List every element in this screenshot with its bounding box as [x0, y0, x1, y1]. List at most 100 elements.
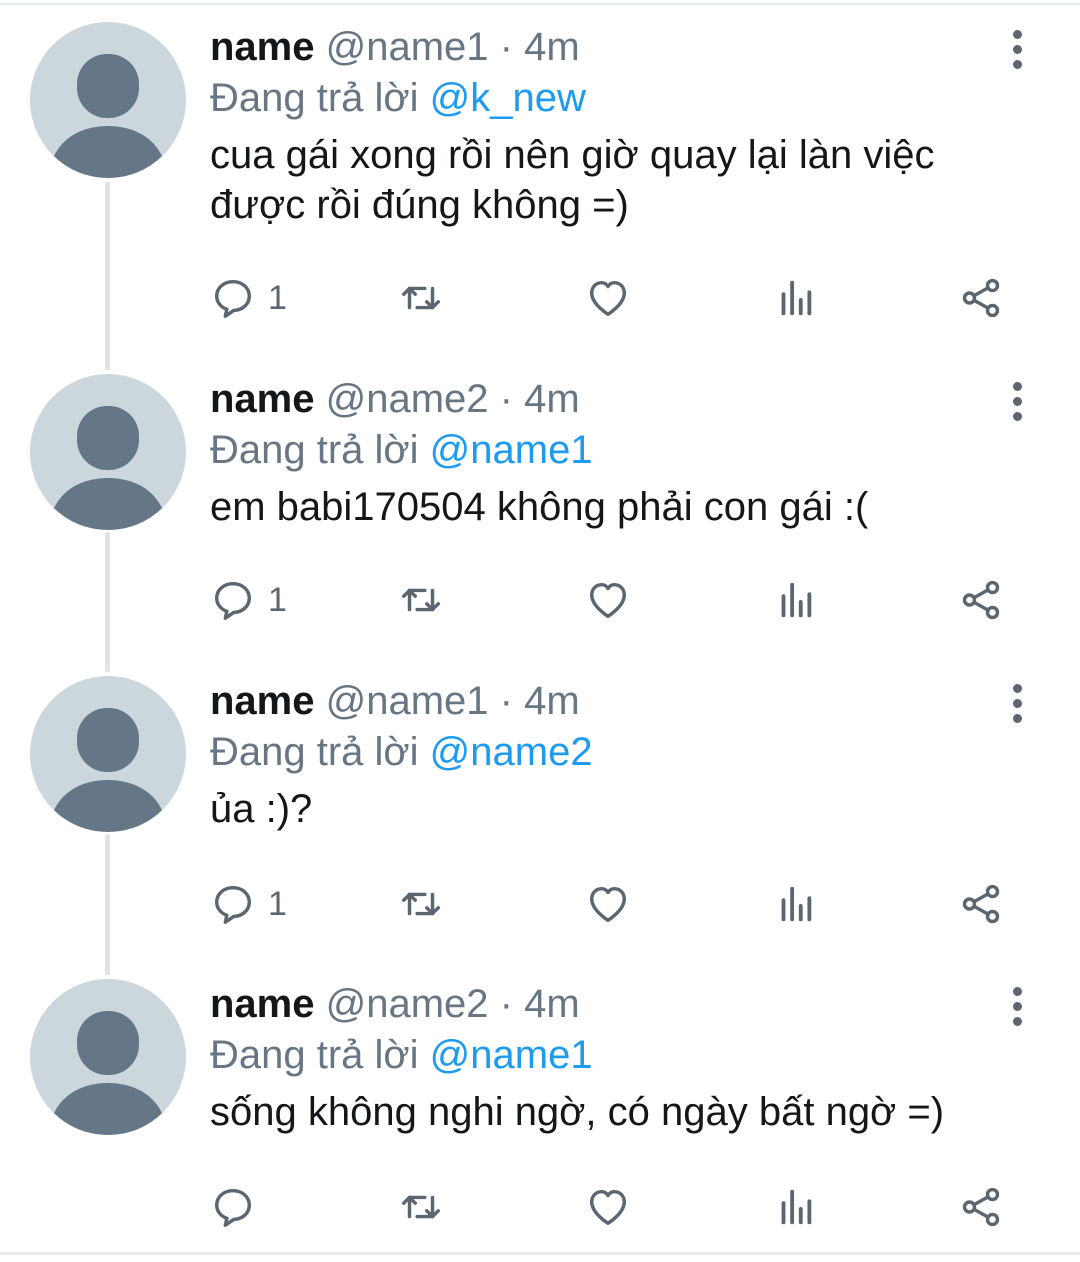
tweet-text: sống không nghi ngờ, có ngày bất ngờ =): [210, 1087, 1020, 1137]
retweet-icon: [402, 1195, 440, 1219]
tweet-content: name @name1 · 4m Đang trả lời @k_new cua…: [210, 22, 1020, 230]
like-button[interactable]: [585, 874, 631, 934]
more-vertical-icon[interactable]: [1002, 981, 1032, 1031]
avatar[interactable]: [30, 676, 186, 832]
views-button[interactable]: [772, 570, 818, 630]
tweet-text-line: sống không nghi ngờ, có ngày bất ngờ =): [210, 1090, 945, 1134]
replying-to: Đang trả lời @name1: [210, 1029, 1020, 1081]
more-vertical-icon[interactable]: [1002, 376, 1032, 426]
default-avatar-icon: [48, 708, 168, 832]
tweet-header: name @name1 · 4m: [210, 676, 1020, 726]
share-icon: [962, 278, 1000, 318]
display-name[interactable]: name: [210, 982, 315, 1026]
tweet-header: name @name2 · 4m: [210, 979, 1020, 1029]
retweet-icon: [402, 286, 440, 310]
replying-to-label: Đang trả lời: [210, 730, 419, 774]
tweet-actions: 1: [210, 268, 1030, 328]
reply-count: 1: [268, 884, 287, 923]
default-avatar-icon: [48, 406, 168, 530]
mention-link[interactable]: @name1: [430, 1033, 593, 1077]
tweet-text-line: được rồi đúng không =): [210, 183, 629, 227]
tweet-text: ủa :)?: [210, 784, 1020, 834]
tweet-text: em babi170504 không phải con gái :(: [210, 482, 1020, 532]
share-button[interactable]: [958, 570, 1004, 630]
tweet-content: name @name2 · 4m Đang trả lời @name1 em …: [210, 374, 1020, 532]
display-name[interactable]: name: [210, 377, 315, 421]
tweet[interactable]: name @name1 · 4m Đang trả lời @name2 ủa …: [0, 676, 1080, 956]
replying-to: Đang trả lời @name1: [210, 424, 1020, 476]
user-handle[interactable]: @name2: [326, 982, 489, 1026]
retweet-button[interactable]: [398, 570, 444, 630]
like-button[interactable]: [585, 1177, 631, 1237]
timestamp[interactable]: 4m: [524, 377, 580, 421]
retweet-icon: [402, 588, 440, 612]
retweet-icon: [402, 892, 440, 916]
tweet[interactable]: name @name2 · 4m Đang trả lời @name1 em …: [0, 374, 1080, 654]
display-name[interactable]: name: [210, 25, 315, 69]
analytics-icon: [781, 886, 812, 922]
reply-button[interactable]: 1: [210, 874, 287, 934]
timestamp[interactable]: 4m: [524, 679, 580, 723]
user-handle[interactable]: @name1: [326, 679, 489, 723]
avatar[interactable]: [30, 22, 186, 178]
share-icon: [962, 1187, 1000, 1227]
share-button[interactable]: [958, 874, 1004, 934]
tweet[interactable]: name @name2 · 4m Đang trả lời @name1 sốn…: [0, 979, 1080, 1243]
heart-icon: [589, 886, 627, 923]
replying-to-label: Đang trả lời: [210, 1033, 419, 1077]
reply-icon: [214, 581, 252, 620]
user-handle[interactable]: @name2: [326, 377, 489, 421]
tweet-text-line: em babi170504 không phải con gái :(: [210, 485, 869, 529]
replying-to: Đang trả lời @name2: [210, 726, 1020, 778]
heart-icon: [589, 1189, 627, 1226]
like-button[interactable]: [585, 268, 631, 328]
separator-dot: ·: [499, 377, 513, 421]
analytics-icon: [781, 582, 812, 618]
reply-button[interactable]: 1: [210, 570, 287, 630]
separator-dot: ·: [499, 679, 513, 723]
analytics-icon: [781, 280, 812, 316]
retweet-button[interactable]: [398, 1177, 444, 1237]
reply-count: 1: [268, 278, 287, 317]
tweet-actions: 1: [210, 874, 1030, 934]
timestamp[interactable]: 4m: [524, 25, 580, 69]
reply-icon: [214, 1188, 252, 1227]
views-button[interactable]: [772, 1177, 818, 1237]
share-button[interactable]: [958, 268, 1004, 328]
more-vertical-icon[interactable]: [1002, 678, 1032, 728]
bottom-divider: [0, 1252, 1080, 1255]
timestamp[interactable]: 4m: [524, 982, 580, 1026]
reply-icon: [214, 885, 252, 924]
tweet[interactable]: name @name1 · 4m Đang trả lời @k_new cua…: [0, 22, 1080, 352]
mention-link[interactable]: @name2: [430, 730, 593, 774]
heart-icon: [589, 280, 627, 317]
user-handle[interactable]: @name1: [326, 25, 489, 69]
tweet-actions: [210, 1177, 1030, 1237]
heart-icon: [589, 582, 627, 619]
avatar[interactable]: [30, 979, 186, 1135]
avatar[interactable]: [30, 374, 186, 530]
analytics-icon: [781, 1189, 812, 1225]
views-button[interactable]: [772, 268, 818, 328]
reply-icon: [214, 279, 252, 318]
top-divider: [0, 3, 1080, 5]
tweet-header: name @name1 · 4m: [210, 22, 1020, 72]
more-vertical-icon[interactable]: [1002, 24, 1032, 74]
reply-button[interactable]: [210, 1177, 268, 1237]
views-button[interactable]: [772, 874, 818, 934]
like-button[interactable]: [585, 570, 631, 630]
mention-link[interactable]: @name1: [430, 428, 593, 472]
tweet-text-line: cua gái xong rồi nên giờ quay lại làn vi…: [210, 133, 935, 177]
display-name[interactable]: name: [210, 679, 315, 723]
reply-button[interactable]: 1: [210, 268, 287, 328]
reply-count: 1: [268, 580, 287, 619]
mention-link[interactable]: @k_new: [430, 76, 586, 120]
share-button[interactable]: [958, 1177, 1004, 1237]
separator-dot: ·: [499, 982, 513, 1026]
tweet-content: name @name1 · 4m Đang trả lời @name2 ủa …: [210, 676, 1020, 834]
default-avatar-icon: [48, 1011, 168, 1135]
retweet-button[interactable]: [398, 268, 444, 328]
retweet-button[interactable]: [398, 874, 444, 934]
share-icon: [962, 884, 1000, 924]
replying-to: Đang trả lời @k_new: [210, 72, 1020, 124]
